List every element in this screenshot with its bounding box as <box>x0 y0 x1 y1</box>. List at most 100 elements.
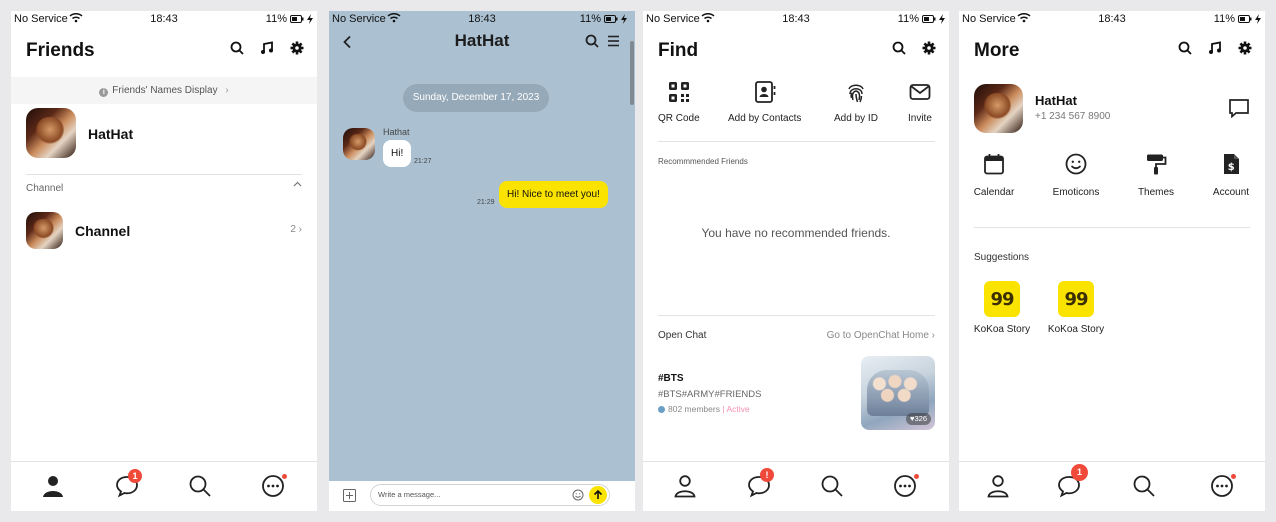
search-icon[interactable] <box>585 34 599 48</box>
tab-friends[interactable] <box>41 474 67 500</box>
avatar[interactable] <box>974 84 1023 133</box>
find-invite[interactable]: Invite <box>908 81 932 124</box>
find-add-by-contacts[interactable]: Add by Contacts <box>728 81 801 124</box>
status-bar: No Service 18:43 11% <box>643 11 949 27</box>
openchat-card[interactable]: #BTS #BTS#ARMY#FRIENDS 802 members | Act… <box>658 356 935 431</box>
battery-indicator: 11% <box>266 13 313 25</box>
tab-more[interactable] <box>261 474 287 500</box>
search-icon <box>189 475 211 497</box>
incoming-message[interactable]: Hi! <box>383 140 412 167</box>
openchat-tags: #BTS#ARMY#FRIENDS <box>658 389 762 400</box>
tab-search[interactable] <box>820 474 846 500</box>
date-separator: Sunday, December 17, 2023 <box>403 84 549 112</box>
find-item-label: Add by ID <box>834 113 878 124</box>
find-item-label: QR Code <box>658 113 700 124</box>
member-count: 802 members <box>668 404 720 414</box>
more-themes[interactable]: Themes <box>1126 153 1186 198</box>
suggestion-kokoa-story[interactable]: 99 KoKoa Story <box>1046 281 1106 335</box>
search-icon <box>821 475 843 497</box>
settings-icon[interactable] <box>1238 41 1252 55</box>
message-time: 21:29 <box>477 199 495 206</box>
names-display-bar[interactable]: i Friends' Names Display › <box>11 77 317 104</box>
battery-percent: 11% <box>1213 13 1235 25</box>
find-add-by-id[interactable]: Add by ID <box>834 81 878 124</box>
openchat-home-label: Go to OpenChat Home <box>826 330 929 341</box>
tab-bar: 1 <box>11 461 317 511</box>
message-time: 21:27 <box>414 158 432 165</box>
tab-search[interactable] <box>1132 474 1158 500</box>
profile-name[interactable]: HatHat <box>88 126 133 142</box>
sender-avatar[interactable] <box>343 128 375 160</box>
search-icon[interactable] <box>892 41 906 55</box>
search-icon[interactable] <box>1178 41 1192 55</box>
outgoing-message[interactable]: Hi! Nice to meet you! <box>499 181 608 208</box>
settings-icon[interactable] <box>290 41 304 55</box>
names-display-label: Friends' Names Display <box>112 85 218 96</box>
suggestion-kokoa-story[interactable]: 99 KoKoa Story <box>972 281 1032 335</box>
menu-icon[interactable] <box>607 35 620 47</box>
divider <box>974 227 1250 228</box>
group-photo <box>867 370 929 416</box>
channel-avatar[interactable] <box>26 212 63 249</box>
info-icon: i <box>99 88 109 97</box>
send-button[interactable] <box>589 486 607 504</box>
status-bar: No Service 18:43 11% <box>11 11 317 27</box>
battery-indicator: 11% <box>1214 13 1261 25</box>
more-account[interactable]: $ Account <box>1201 153 1261 198</box>
channel-name[interactable]: Channel <box>75 223 130 239</box>
music-icon[interactable] <box>260 41 274 55</box>
channel-count[interactable]: 2 › <box>290 224 302 235</box>
more-emoticons[interactable]: Emoticons <box>1046 153 1106 198</box>
tab-bar: ! <box>643 461 949 511</box>
battery-percent: 11% <box>579 13 601 25</box>
profile-name[interactable]: HatHat <box>1035 93 1077 108</box>
more-calendar[interactable]: Calendar <box>964 153 1024 198</box>
paint-roller-icon <box>1147 154 1167 175</box>
tab-friends[interactable] <box>673 474 699 500</box>
add-attachment-icon[interactable] <box>343 489 356 502</box>
search-icon <box>1133 475 1155 497</box>
battery-icon <box>1238 15 1252 23</box>
charging-icon <box>307 14 313 24</box>
activity-status: Active <box>726 404 750 414</box>
chat-square-icon[interactable] <box>1228 98 1250 118</box>
message-composer: Write a message... <box>329 481 635 511</box>
settings-icon[interactable] <box>922 41 936 55</box>
battery-icon <box>604 15 618 23</box>
charging-icon <box>621 14 627 24</box>
battery-percent: 11% <box>897 13 919 25</box>
open-chat-label: Open Chat <box>658 330 707 341</box>
music-icon[interactable] <box>1208 41 1222 55</box>
chevron-right-icon: › <box>298 224 302 235</box>
divider <box>658 315 935 316</box>
scrollbar[interactable] <box>630 41 634 105</box>
openchat-thumbnail[interactable]: ♥326 <box>861 356 935 430</box>
svg-text:$: $ <box>1228 162 1235 173</box>
status-bar: No Service 18:43 11% <box>959 11 1265 27</box>
emoji-icon[interactable] <box>572 489 584 501</box>
tab-search[interactable] <box>188 474 214 500</box>
chat-badge: 1 <box>1071 464 1088 481</box>
tab-chats[interactable]: ! <box>747 468 774 500</box>
tab-chats[interactable]: 1 <box>1057 464 1088 500</box>
arrow-up-icon <box>593 489 603 499</box>
suggestions-label: Suggestions <box>974 252 1030 263</box>
battery-indicator: 11% <box>580 13 627 25</box>
search-icon[interactable] <box>230 41 244 55</box>
tab-chats[interactable]: 1 <box>115 469 142 500</box>
find-qr-code[interactable]: QR Code <box>658 81 700 124</box>
emoticon-icon <box>1065 153 1087 175</box>
avatar[interactable] <box>26 108 76 158</box>
tab-more[interactable] <box>1210 474 1236 500</box>
person-icon <box>987 475 1009 498</box>
calendar-icon <box>984 154 1004 175</box>
chevron-up-icon[interactable] <box>293 181 302 187</box>
openchat-title: #BTS <box>658 373 684 384</box>
find-screen: No Service 18:43 11% Find QR Code Add by… <box>643 11 949 511</box>
tab-friends[interactable] <box>986 474 1012 500</box>
battery-indicator: 11% <box>898 13 945 25</box>
find-item-label: Invite <box>908 113 932 124</box>
tab-more[interactable] <box>893 474 919 500</box>
contacts-icon <box>754 81 776 103</box>
openchat-home-link[interactable]: Go to OpenChat Home › <box>827 330 935 341</box>
